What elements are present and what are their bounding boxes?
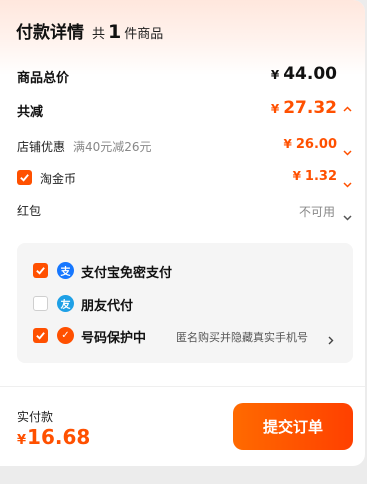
store-coupon-amount: ¥26.00 [283, 137, 337, 152]
option-label: 朋友代付 [81, 299, 134, 314]
option-alipay-nopwd[interactable]: 支 支付宝免密支付 [17, 258, 353, 282]
number-protection-checkbox[interactable] [33, 328, 48, 343]
payment-details-panel: 付款详情 共 1 件商品 商品总价 ¥44.00 共减 ¥27.32 店铺优惠 … [0, 0, 365, 466]
taojinbi-checkbox[interactable] [17, 170, 32, 185]
taojinbi-label: 淘金币 [40, 172, 77, 186]
total-label: 商品总价 [17, 71, 70, 86]
store-coupon-label: 店铺优惠 [17, 140, 66, 154]
item-count: 共 1 件商品 [92, 21, 164, 43]
header: 付款详情 共 1 件商品 [16, 18, 163, 43]
chevron-right-icon[interactable] [328, 330, 334, 349]
pay-amount: ¥16.68 [17, 425, 91, 449]
option-friend-pay[interactable]: 友 朋友代付 [17, 291, 353, 315]
chevron-up-icon[interactable] [343, 104, 352, 115]
hongbao-label: 红包 [17, 204, 42, 218]
check-icon [20, 174, 29, 182]
discount-amount: ¥27.32 [270, 98, 337, 118]
pay-label: 实付款 [17, 410, 54, 424]
chevron-down-icon[interactable] [343, 206, 352, 225]
page-title: 付款详情 [16, 23, 84, 43]
chevron-down-icon[interactable] [343, 141, 352, 160]
discount-row[interactable]: 共减 ¥27.32 [0, 96, 365, 124]
option-number-protection[interactable]: ✓ 号码保护中 匿名购买并隐藏真实手机号 [17, 323, 353, 347]
friend-pay-icon: 友 [57, 295, 74, 312]
taojinbi-amount: ¥1.32 [292, 169, 337, 184]
footer-divider [0, 386, 365, 387]
hongbao-status: 不可用 [298, 205, 335, 219]
shield-icon: ✓ [57, 327, 74, 344]
hongbao-row[interactable]: 红包 不可用 [0, 198, 365, 222]
alipay-nopwd-checkbox[interactable] [33, 263, 48, 278]
submit-order-button[interactable]: 提交订单 [233, 403, 353, 450]
payment-options-box: 支 支付宝免密支付 友 朋友代付 ✓ 号码保护中 匿名购买并隐藏真实手机号 [17, 243, 353, 363]
option-label: 支付宝免密支付 [81, 266, 173, 281]
store-coupon-note: 满40元减26元 [73, 140, 152, 154]
option-label: 号码保护中 [81, 331, 147, 346]
check-icon [36, 332, 45, 340]
total-amount: ¥44.00 [270, 64, 337, 84]
friend-pay-checkbox[interactable] [33, 296, 48, 311]
check-icon [36, 267, 45, 275]
discount-label: 共减 [17, 105, 44, 120]
store-coupon-row[interactable]: 店铺优惠 满40元减26元 ¥26.00 [0, 134, 365, 158]
taojinbi-row[interactable]: 淘金币 ¥1.32 [0, 166, 365, 190]
chevron-down-icon[interactable] [343, 173, 352, 192]
option-note: 匿名购买并隐藏真实手机号 [176, 331, 308, 344]
alipay-icon: 支 [57, 262, 74, 279]
